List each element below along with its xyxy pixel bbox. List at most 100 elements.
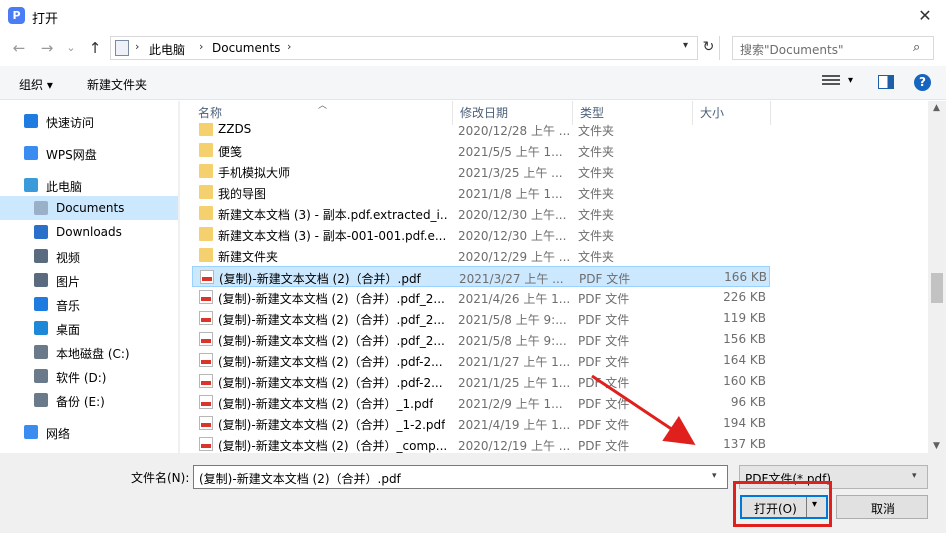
file-name: 手机模拟大师 [218, 166, 291, 180]
file-row[interactable]: (复制)-新建文本文档 (2)（合并）.pdf 2021/3/27 上午 ... P… [192, 266, 770, 287]
sidebar-item[interactable]: 网络 [0, 420, 178, 444]
breadcrumb-this-pc[interactable]: 此电脑 [149, 41, 185, 58]
file-date: 2021/3/25 上午 ... [458, 166, 563, 180]
preview-pane-icon[interactable] [878, 75, 894, 89]
file-row[interactable]: (复制)-新建文本文档 (2)（合并）_1-2.pdf 2021/4/19 上午 … [192, 413, 770, 434]
file-row[interactable]: (复制)-新建文本文档 (2)（合并）_1.pdf 2021/2/9 上午 1..… [192, 392, 770, 413]
sidebar-item-label: 网络 [46, 427, 71, 441]
picture-icon [34, 273, 48, 287]
filename-dropdown-icon[interactable]: ▾ [712, 471, 717, 481]
scrollbar-thumb[interactable] [931, 273, 943, 303]
file-row[interactable]: (复制)-新建文本文档 (2)（合并）.pdf_2... 2021/5/8 上午 … [192, 308, 770, 329]
refresh-button[interactable]: ↻ [697, 36, 719, 60]
file-row[interactable]: ZZDS 2020/12/28 上午 ... 文件夹 [192, 123, 770, 140]
file-row[interactable]: (复制)-新建文本文档 (2)（合并）.pdf_2... 2021/5/8 上午 … [192, 329, 770, 350]
column-divider[interactable] [572, 101, 573, 125]
sidebar-item[interactable]: WPS网盘 [0, 141, 178, 165]
column-divider[interactable] [452, 101, 453, 125]
file-row[interactable]: (复制)-新建文本文档 (2)（合并）.pdf-2... 2021/1/27 上午… [192, 350, 770, 371]
filename-input[interactable]: (复制)-新建文本文档 (2)（合并）.pdf ▾ [193, 465, 728, 489]
address-bar[interactable]: › 此电脑 › Documents › ▾ [110, 36, 720, 60]
drive-icon [34, 393, 48, 407]
file-row[interactable]: 新建文本文档 (3) - 副本.pdf.extracted_i... 2020/1… [192, 203, 770, 224]
file-row[interactable]: (复制)-新建文本文档 (2)（合并）_comp... 2020/12/19 上午… [192, 434, 770, 453]
back-button[interactable]: ← [8, 37, 30, 59]
file-name: 便笺 [218, 145, 243, 159]
filename-label: 文件名(N): [131, 471, 190, 485]
column-header-name[interactable]: 名称 [192, 101, 450, 125]
scroll-up-icon[interactable]: ▲ [933, 103, 940, 113]
file-date: 2021/3/27 上午 ... [459, 272, 564, 286]
search-placeholder: 搜索"Documents" [740, 43, 844, 57]
folder-icon [199, 248, 213, 262]
sidebar-item-label: 音乐 [56, 299, 81, 313]
file-type: PDF 文件 [578, 439, 630, 453]
view-dropdown-icon[interactable]: ▾ [848, 75, 853, 86]
sidebar-item[interactable]: 本地磁盘 (C:) [0, 340, 178, 364]
download-icon [34, 225, 48, 239]
file-row[interactable]: 新建文本文档 (3) - 副本-001-001.pdf.e... 2020/12/… [192, 224, 770, 245]
navigation-pane: 快速访问 WPS网盘此电脑 Documents Downloads 视频图片音乐桌面本地… [0, 101, 180, 453]
sidebar-item-label: Documents [56, 201, 125, 215]
breadcrumb-separator-icon[interactable]: › [199, 40, 203, 53]
view-mode-icon[interactable] [822, 75, 840, 89]
cancel-button[interactable]: 取消 [836, 495, 928, 519]
close-button[interactable]: ✕ [905, 2, 945, 30]
organize-button[interactable]: 组织 ▾ [19, 76, 53, 93]
filter-dropdown-icon[interactable]: ▾ [912, 471, 917, 481]
column-header-size[interactable]: 大小 [694, 101, 770, 125]
file-type: 文件夹 [578, 145, 615, 159]
sidebar-item[interactable]: 此电脑 [0, 173, 178, 197]
column-header-type[interactable]: 类型 [574, 101, 692, 125]
folder-icon [199, 143, 213, 157]
sidebar-item[interactable]: 软件 (D:) [0, 364, 178, 388]
drive-icon [34, 345, 48, 359]
file-row[interactable]: (复制)-新建文本文档 (2)（合并）.pdf_2... 2021/4/26 上午… [192, 287, 770, 308]
file-type: 文件夹 [578, 166, 615, 180]
breadcrumb-documents[interactable]: Documents [212, 41, 280, 55]
file-name: 新建文本文档 (3) - 副本-001-001.pdf.e... [218, 229, 447, 243]
file-date: 2021/1/8 上午 1... [458, 187, 563, 201]
sidebar-item-label: 此电脑 [46, 180, 83, 194]
sidebar-item[interactable]: 备份 (E:) [0, 388, 178, 412]
scroll-down-icon[interactable]: ▼ [933, 441, 940, 451]
file-row[interactable]: 新建文件夹 2020/12/29 上午 ... 文件夹 [192, 245, 770, 266]
sidebar-item[interactable]: Downloads [0, 220, 178, 244]
file-row[interactable]: 我的导图 2021/1/8 上午 1... 文件夹 [192, 182, 770, 203]
sidebar-item-label: 桌面 [56, 323, 81, 337]
file-list-scrollbar[interactable]: ▲ ▼ [928, 101, 946, 453]
sidebar-item[interactable]: 桌面 [0, 316, 178, 340]
forward-button[interactable]: → [36, 37, 58, 59]
recent-locations-button[interactable]: ⌄ [60, 37, 82, 59]
open-button-highlight [733, 481, 832, 527]
sidebar-item[interactable]: 视频 [0, 244, 178, 268]
dialog-footer: 文件名(N): (复制)-新建文本文档 (2)（合并）.pdf ▾ PDF文件(… [0, 453, 946, 533]
file-size: 137 KB [723, 437, 766, 451]
column-divider[interactable] [692, 101, 693, 125]
sidebar-item-label: 本地磁盘 (C:) [56, 347, 130, 361]
breadcrumb-separator-icon[interactable]: › [287, 40, 291, 53]
search-input[interactable]: 搜索"Documents" ⌕ [732, 36, 934, 60]
file-name: 新建文件夹 [218, 250, 279, 264]
file-row[interactable]: 手机模拟大师 2021/3/25 上午 ... 文件夹 [192, 161, 770, 182]
sidebar-item-label: 图片 [56, 275, 81, 289]
address-dropdown-icon[interactable]: ▾ [683, 40, 688, 51]
file-date: 2021/2/9 上午 1... [458, 397, 563, 411]
file-row[interactable]: (复制)-新建文本文档 (2)（合并）.pdf-2... 2021/1/25 上午… [192, 371, 770, 392]
sidebar-item[interactable]: 快速访问 [0, 109, 178, 133]
file-name: 新建文本文档 (3) - 副本.pdf.extracted_i... [218, 208, 448, 222]
up-button[interactable]: ↑ [84, 37, 106, 59]
new-folder-button[interactable]: 新建文件夹 [87, 76, 147, 93]
video-icon [34, 249, 48, 263]
breadcrumb-separator-icon[interactable]: › [135, 40, 139, 53]
column-divider[interactable] [770, 101, 771, 125]
pdf-file-icon [199, 290, 213, 304]
file-name: (复制)-新建文本文档 (2)（合并）_1-2.pdf [218, 418, 446, 432]
sidebar-item[interactable]: Documents [0, 196, 178, 220]
column-header-date[interactable]: 修改日期 [454, 101, 572, 125]
sidebar-item[interactable]: 音乐 [0, 292, 178, 316]
sidebar-item[interactable]: 图片 [0, 268, 178, 292]
help-icon[interactable]: ? [914, 74, 931, 91]
file-type: 文件夹 [578, 208, 615, 222]
file-row[interactable]: 便笺 2021/5/5 上午 1... 文件夹 [192, 140, 770, 161]
